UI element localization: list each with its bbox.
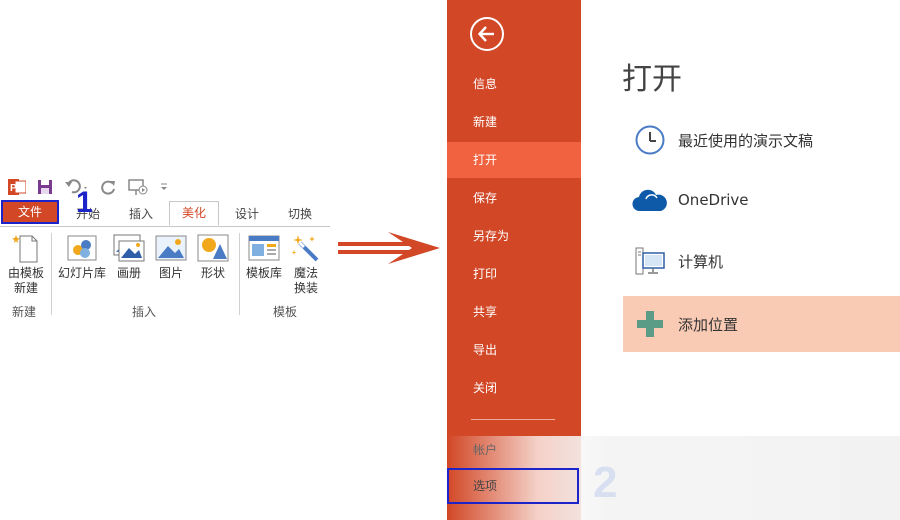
template-library-icon	[248, 233, 280, 263]
group-separator	[239, 233, 240, 315]
location-label: 计算机	[678, 252, 724, 271]
magic-restyle-button[interactable]: 魔法 换装	[288, 233, 324, 296]
location-computer[interactable]: 计算机	[623, 233, 900, 289]
location-label: 最近使用的演示文稿	[678, 131, 814, 150]
nav-new[interactable]: 新建	[447, 104, 581, 140]
back-arrow-icon	[477, 26, 494, 42]
picture-icon	[155, 233, 187, 263]
new-from-template-label-2: 新建	[13, 281, 38, 295]
step-1-annotation: 1	[76, 186, 93, 219]
tab-design[interactable]: 设计	[224, 202, 270, 226]
nav-share[interactable]: 共享	[447, 294, 581, 330]
new-from-template-button[interactable]: 由模板 新建	[6, 233, 46, 296]
location-add-place[interactable]: 添加位置	[623, 296, 900, 352]
transition-arrow-icon	[338, 230, 442, 266]
template-library-button[interactable]: 模板库	[244, 233, 284, 281]
new-from-template-label-1: 由模板	[7, 266, 44, 280]
powerpoint-logo-icon: P	[8, 178, 26, 196]
new-from-template-icon	[10, 233, 42, 263]
nav-open[interactable]: 打开	[447, 142, 581, 178]
page-title: 打开	[622, 62, 682, 97]
shape-label: 形状	[200, 266, 225, 280]
group-label-new: 新建	[12, 305, 37, 319]
nav-options[interactable]: 选项	[447, 468, 579, 504]
photo-album-icon	[113, 233, 145, 263]
location-label: 添加位置	[678, 315, 739, 334]
nav-save-as[interactable]: 另存为	[447, 218, 581, 254]
tab-insert[interactable]: 插入	[118, 202, 164, 226]
redo-icon[interactable]	[100, 178, 118, 196]
picture-button[interactable]: 图片	[154, 233, 188, 281]
slide-library-icon	[66, 233, 98, 263]
location-recent[interactable]: 最近使用的演示文稿	[623, 112, 900, 168]
group-label-template: 模板	[273, 305, 298, 319]
nav-print[interactable]: 打印	[447, 256, 581, 292]
tab-file[interactable]: 文件	[1, 200, 59, 224]
magic-restyle-label-2: 换装	[293, 281, 318, 295]
step-2-annotation: 2	[593, 458, 618, 507]
template-library-label: 模板库	[245, 266, 282, 280]
back-button[interactable]	[470, 17, 504, 51]
nav-info[interactable]: 信息	[447, 66, 581, 102]
slide-library-label: 幻灯片库	[57, 266, 106, 280]
slide-library-button[interactable]: 幻灯片库	[56, 233, 108, 281]
nav-account[interactable]: 帐户	[473, 441, 497, 458]
photo-album-button[interactable]: 画册	[112, 233, 146, 281]
clock-icon	[628, 120, 672, 160]
picture-label: 图片	[158, 266, 183, 280]
customize-qat-icon[interactable]	[160, 178, 168, 196]
shape-button[interactable]: 形状	[196, 233, 230, 281]
tab-beautify[interactable]: 美化	[169, 201, 219, 226]
nav-export[interactable]: 导出	[447, 332, 581, 368]
tab-transitions[interactable]: 切换	[276, 202, 324, 226]
plus-icon	[628, 304, 672, 344]
nav-divider	[471, 419, 555, 420]
slideshow-from-start-icon[interactable]	[128, 178, 150, 196]
location-label: OneDrive	[678, 191, 749, 209]
magic-wand-icon	[290, 233, 322, 263]
nav-close[interactable]: 关闭	[447, 370, 581, 406]
photo-album-label: 画册	[116, 266, 141, 280]
computer-icon	[628, 241, 672, 281]
cloud-icon	[628, 180, 672, 220]
nav-save[interactable]: 保存	[447, 180, 581, 216]
ribbon-panel: 由模板 新建 新建 幻灯片库 画册 图片 形状 插入 模板库 魔法 换装 模板	[0, 227, 330, 322]
magic-restyle-label-1: 魔法	[293, 266, 318, 280]
shape-icon	[197, 233, 229, 263]
ribbon-tabs: 文件 开始 插入 美化 设计 切换	[0, 200, 330, 227]
save-icon[interactable]	[36, 178, 54, 196]
svg-text:P: P	[10, 183, 17, 194]
group-separator	[51, 233, 52, 315]
group-label-insert: 插入	[132, 305, 157, 319]
location-onedrive[interactable]: OneDrive	[623, 172, 900, 228]
